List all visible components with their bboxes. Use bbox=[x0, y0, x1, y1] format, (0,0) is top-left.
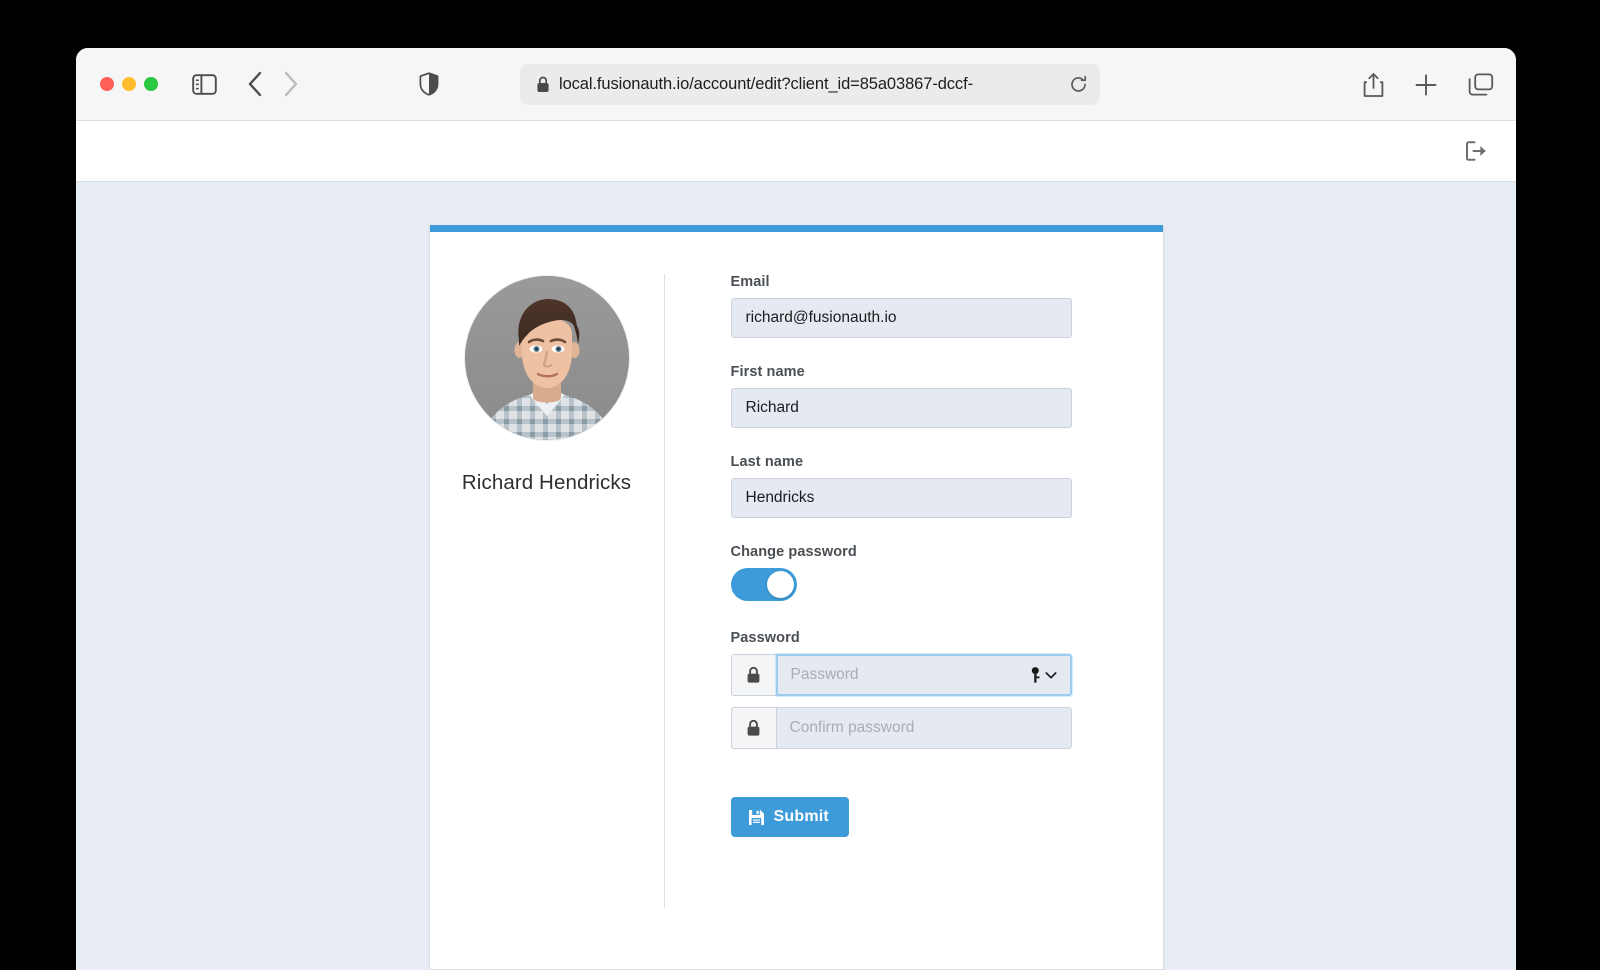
submit-button[interactable]: Submit bbox=[730, 797, 849, 837]
address-bar[interactable]: local.fusionauth.io/account/edit?client_… bbox=[520, 64, 1100, 105]
last-name-label: Last name bbox=[730, 454, 804, 470]
account-form: Email richard@fusionauth.io First name R… bbox=[665, 274, 1163, 932]
confirm-password-placeholder: Confirm password bbox=[789, 719, 915, 736]
chevron-left-icon[interactable] bbox=[247, 71, 263, 97]
change-password-label: Change password bbox=[730, 544, 857, 560]
first-name-field[interactable]: Richard bbox=[730, 388, 1072, 428]
privacy-shield-icon[interactable] bbox=[419, 72, 439, 96]
email-label: Email bbox=[730, 274, 770, 290]
confirm-password-input-group: Confirm password bbox=[730, 707, 1072, 749]
password-label: Password bbox=[730, 630, 800, 646]
card-accent-bar bbox=[429, 225, 1163, 232]
password-input[interactable]: Password bbox=[775, 654, 1072, 696]
save-floppy-icon bbox=[748, 809, 765, 826]
lock-icon bbox=[730, 707, 776, 749]
page-body: Richard Hendricks Email richard@fusionau… bbox=[76, 182, 1516, 970]
email-field[interactable]: richard@fusionauth.io bbox=[730, 298, 1072, 338]
share-icon[interactable] bbox=[1363, 72, 1384, 98]
logout-icon[interactable] bbox=[1464, 139, 1488, 163]
account-edit-card: Richard Hendricks Email richard@fusionau… bbox=[428, 225, 1164, 970]
lock-icon bbox=[730, 654, 776, 696]
reload-icon[interactable] bbox=[1069, 75, 1088, 94]
avatar bbox=[464, 276, 629, 440]
screen: local.fusionauth.io/account/edit?client_… bbox=[0, 0, 1600, 970]
key-chevron-icon[interactable] bbox=[1029, 666, 1058, 684]
lock-icon bbox=[536, 76, 550, 93]
password-placeholder: Password bbox=[790, 666, 859, 683]
browser-toolbar: local.fusionauth.io/account/edit?client_… bbox=[76, 48, 1516, 121]
change-password-toggle[interactable] bbox=[730, 568, 797, 601]
sidebar-icon[interactable] bbox=[192, 73, 217, 95]
maximize-window-button[interactable] bbox=[144, 77, 158, 91]
first-name-label: First name bbox=[730, 364, 805, 380]
password-input-group: Password bbox=[730, 654, 1072, 696]
chevron-right-icon[interactable] bbox=[283, 71, 299, 97]
browser-window: local.fusionauth.io/account/edit?client_… bbox=[76, 48, 1516, 970]
minimize-window-button[interactable] bbox=[122, 77, 136, 91]
close-window-button[interactable] bbox=[100, 77, 114, 91]
profile-column: Richard Hendricks bbox=[430, 274, 664, 932]
app-header bbox=[76, 121, 1516, 182]
tab-overview-icon[interactable] bbox=[1468, 72, 1494, 97]
confirm-password-input[interactable]: Confirm password bbox=[775, 707, 1072, 749]
address-bar-url: local.fusionauth.io/account/edit?client_… bbox=[559, 75, 973, 93]
submit-button-label: Submit bbox=[773, 808, 829, 825]
profile-name: Richard Hendricks bbox=[461, 471, 632, 494]
last-name-field[interactable]: Hendricks bbox=[730, 478, 1072, 518]
toggle-knob bbox=[766, 571, 794, 598]
window-controls bbox=[100, 77, 158, 91]
plus-icon[interactable] bbox=[1414, 73, 1438, 97]
toolbar-actions bbox=[1363, 48, 1494, 121]
